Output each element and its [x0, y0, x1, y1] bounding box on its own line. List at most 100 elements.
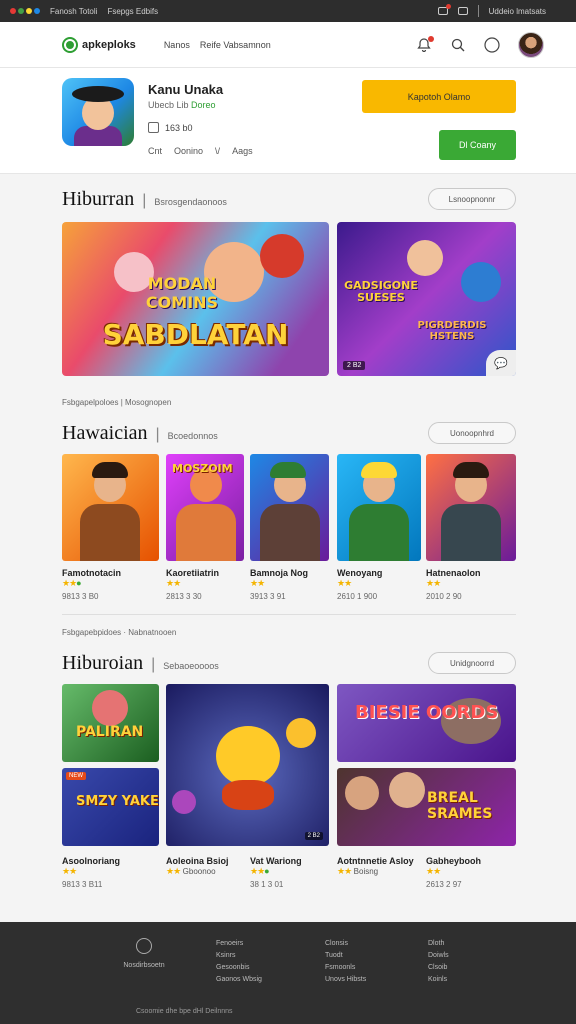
- rating-stars: ★★: [250, 578, 265, 588]
- rating-stars: ★★●: [62, 578, 82, 588]
- bell-icon[interactable]: [416, 36, 434, 53]
- game-tile[interactable]: PALIRAN: [62, 684, 159, 762]
- search-icon[interactable]: [450, 37, 466, 53]
- footer-column-2: Clonsis Tuodt Fsmoonls Unovs Hibsts: [325, 938, 366, 986]
- breadcrumb: Fsbgapelpoloes | Mosognopen: [62, 398, 172, 407]
- tile-label: MOSZOIM: [172, 462, 233, 475]
- footer-link[interactable]: Tuodt: [325, 950, 366, 962]
- main-nav: Nanos Reife Vabsamnon: [164, 40, 271, 50]
- logo-text: apkeploks: [82, 38, 136, 51]
- rating-stars: ★★: [166, 578, 181, 588]
- action-0[interactable]: Cnt: [148, 146, 162, 156]
- status-text-right: Uddeio lmatsats: [488, 6, 546, 16]
- featured-banner-2[interactable]: GADSIGONE SUESES PIGRDERDIS HSTENS 2 B2 …: [337, 222, 516, 376]
- section-subtitle: Sebaoeoooos: [163, 661, 219, 671]
- game-info: Wenoyang ★★ 2610 1 900: [337, 568, 382, 601]
- tile-badge: 2 B2: [304, 832, 323, 840]
- game-size: 3913 3 91: [250, 592, 286, 601]
- game-name: Bamnoja Nog: [250, 568, 309, 578]
- nav-item-1[interactable]: Reife Vabsamnon: [200, 40, 271, 50]
- site-logo[interactable]: apkeploks: [62, 36, 136, 53]
- game-info: Vat Wariong ★★● 38 1 3 01: [250, 856, 302, 889]
- footer-link[interactable]: Gaonos Wbsig: [216, 974, 262, 986]
- section-title: Hiburran: [62, 188, 135, 210]
- game-name: Wenoyang: [337, 568, 383, 578]
- section-title: Hiburoian: [62, 652, 144, 674]
- notification-icon[interactable]: [437, 4, 451, 15]
- site-header: apkeploks Nanos Reife Vabsamnon: [0, 22, 576, 68]
- footer-link[interactable]: Dloth: [428, 938, 449, 950]
- game-size: 2813 3 30: [166, 592, 202, 601]
- tile-badge: NEW: [66, 772, 86, 780]
- game-size: 38 1 3 01: [250, 880, 284, 889]
- game-info: Asoolnoriang ★★ 9813 3 B11: [62, 856, 120, 889]
- rating-stars: ★★●: [250, 866, 270, 876]
- nav-item-0[interactable]: Nanos: [164, 40, 190, 50]
- see-all-button[interactable]: Uonoopnhrd: [428, 422, 516, 444]
- game-size: 2613 2 97: [426, 880, 462, 889]
- game-info: Aotntnnetie Asloy ★★ Boisng: [337, 856, 414, 877]
- game-info: Famotnotacin ★★● 9813 3 B0: [62, 568, 121, 601]
- game-sub: Gboonoo: [182, 867, 216, 876]
- footer-link[interactable]: Unovs Hibsts: [325, 974, 366, 986]
- app-meta: 163 b0: [148, 122, 193, 133]
- circle-icon[interactable]: [484, 37, 500, 53]
- game-name: Famotnotacin: [62, 568, 122, 578]
- game-name: Vat Wariong: [250, 856, 302, 866]
- section-subtitle: Bsrosgendaonoos: [154, 197, 227, 207]
- primary-button[interactable]: Kapotoh Olamo: [362, 80, 516, 113]
- game-info: Bamnoja Nog ★★ 3913 3 91: [250, 568, 308, 601]
- featured-banner-1[interactable]: MODAN COMINS SABDLATAN: [62, 222, 329, 376]
- download-button[interactable]: Dl Coany: [439, 130, 516, 160]
- game-name: Kaoretiiatrin: [166, 568, 220, 578]
- banner-title: SABDLATAN: [102, 318, 289, 351]
- game-name: Aotntnnetie Asloy: [337, 856, 414, 866]
- game-sub: Boisng: [353, 867, 379, 876]
- footer-brand[interactable]: Nosdirbsoetn: [122, 938, 166, 969]
- game-tile[interactable]: [337, 454, 421, 561]
- rating-stars: ★★: [337, 866, 352, 876]
- status-text-2: Fsepgs Edbifs: [107, 6, 159, 16]
- window-icon[interactable]: [457, 7, 468, 15]
- game-info: Hatnenaolon ★★ 2010 2 90: [426, 568, 481, 601]
- game-tile[interactable]: [62, 454, 159, 561]
- game-tile[interactable]: MOSZOIM: [166, 454, 244, 561]
- game-tile[interactable]: [250, 454, 329, 561]
- game-size: 2010 2 90: [426, 592, 462, 601]
- see-all-button[interactable]: Unidgnoorrd: [428, 652, 516, 674]
- footer-link[interactable]: Doiwls: [428, 950, 449, 962]
- tile-label: SMZY YAKE: [76, 794, 159, 809]
- footer-link[interactable]: Clonsis: [325, 938, 366, 950]
- footer-link[interactable]: Gesoonbis: [216, 962, 262, 974]
- chat-icon[interactable]: 💬: [486, 350, 516, 376]
- avatar[interactable]: [518, 32, 544, 58]
- footer-link[interactable]: Koinls: [428, 974, 449, 986]
- section-subtitle: Bcoedonnos: [167, 431, 218, 441]
- action-3[interactable]: Aags: [232, 146, 253, 156]
- footer-link[interactable]: Clsoib: [428, 962, 449, 974]
- section-title: Hawaician: [62, 422, 148, 444]
- game-size: 2610 1 900: [337, 592, 378, 601]
- app-card: Kanu Unaka Ubecb Lib Doreo 163 b0 Cnt Oo…: [0, 68, 576, 174]
- app-developer[interactable]: Ubecb Lib Doreo: [148, 100, 216, 110]
- see-all-button[interactable]: Lsnoopnonnr: [428, 188, 516, 210]
- game-tile[interactable]: BIESIE OORDS: [337, 684, 516, 762]
- footer-link[interactable]: Fenoeirs: [216, 938, 262, 950]
- action-2[interactable]: \/: [215, 146, 220, 156]
- section-hiburoian: Hiburoian | Sebaoeoooos Unidgnoorrd: [62, 652, 516, 678]
- game-info: Kaoretiiatrin ★★ 2813 3 30: [166, 568, 219, 601]
- game-tile[interactable]: NEW SMZY YAKE: [62, 768, 159, 846]
- game-info: Gabheybooh ★★ 2613 2 97: [426, 856, 481, 889]
- game-tile[interactable]: BREAL SRAMES: [337, 768, 516, 846]
- footer-link[interactable]: Fsmoonls: [325, 962, 366, 974]
- package-icon: [148, 122, 159, 133]
- divider: [62, 614, 516, 615]
- action-1[interactable]: Oonino: [174, 146, 203, 156]
- game-tile[interactable]: [426, 454, 516, 561]
- app-actions: Cnt Oonino \/ Aags: [148, 146, 253, 156]
- tile-label: BIESIE OORDS: [355, 702, 499, 723]
- game-tile[interactable]: 2 B2: [166, 684, 329, 846]
- banner-subtitle: MODAN COMINS: [145, 274, 219, 312]
- footer-link[interactable]: Ksinrs: [216, 950, 262, 962]
- bell-badge: [428, 36, 434, 42]
